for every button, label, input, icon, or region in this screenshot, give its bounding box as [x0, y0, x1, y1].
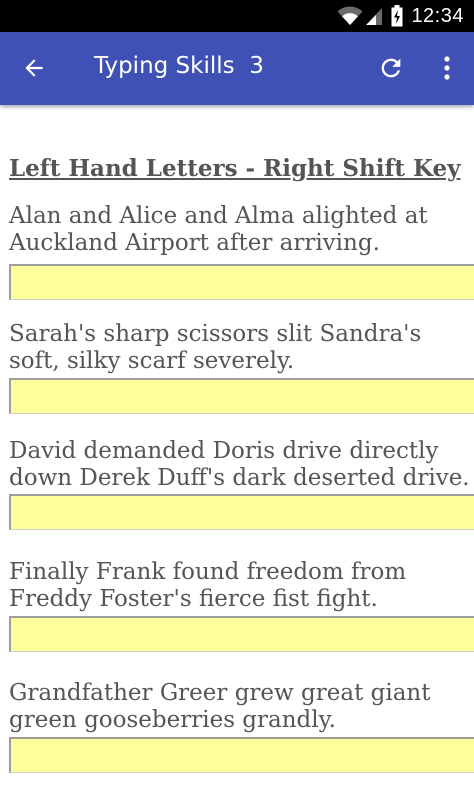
answer-input-4[interactable]: [9, 616, 474, 652]
exercise-text-4: Finally Frank found freedom from Freddy …: [9, 559, 407, 612]
overflow-menu-button[interactable]: [430, 52, 464, 88]
app-bar: Typing Skills 3: [0, 32, 474, 105]
answer-input-1[interactable]: [9, 264, 474, 300]
exercise-text-5: Grandfather Greer grew great giant green…: [9, 680, 431, 733]
exercise-text-2: Sarah's sharp scissors slit Sandra's sof…: [9, 321, 422, 374]
cell-signal-icon: [365, 6, 383, 26]
back-button[interactable]: [16, 52, 52, 88]
status-time: 12:34: [411, 4, 464, 27]
refresh-button[interactable]: [373, 52, 409, 88]
exercise-text-3: David demanded Doris drive directly down…: [9, 438, 470, 491]
status-bar: 12:34: [0, 0, 474, 32]
wifi-icon: [337, 6, 363, 26]
app-title: Typing Skills 3: [94, 53, 264, 79]
answer-input-2[interactable]: [9, 378, 474, 414]
more-vert-icon: [443, 55, 451, 86]
battery-charging-icon: [391, 5, 403, 27]
exercise-content: Left Hand Letters - Right Shift Key Alan…: [0, 105, 474, 798]
arrow-back-icon: [21, 55, 47, 86]
exercise-text-1: Alan and Alice and Alma alighted at Auck…: [9, 203, 428, 256]
refresh-icon: [377, 54, 405, 87]
answer-input-5[interactable]: [9, 737, 474, 773]
section-heading: Left Hand Letters - Right Shift Key: [9, 155, 461, 182]
answer-input-3[interactable]: [9, 494, 474, 530]
status-icons: 12:34: [337, 0, 474, 32]
